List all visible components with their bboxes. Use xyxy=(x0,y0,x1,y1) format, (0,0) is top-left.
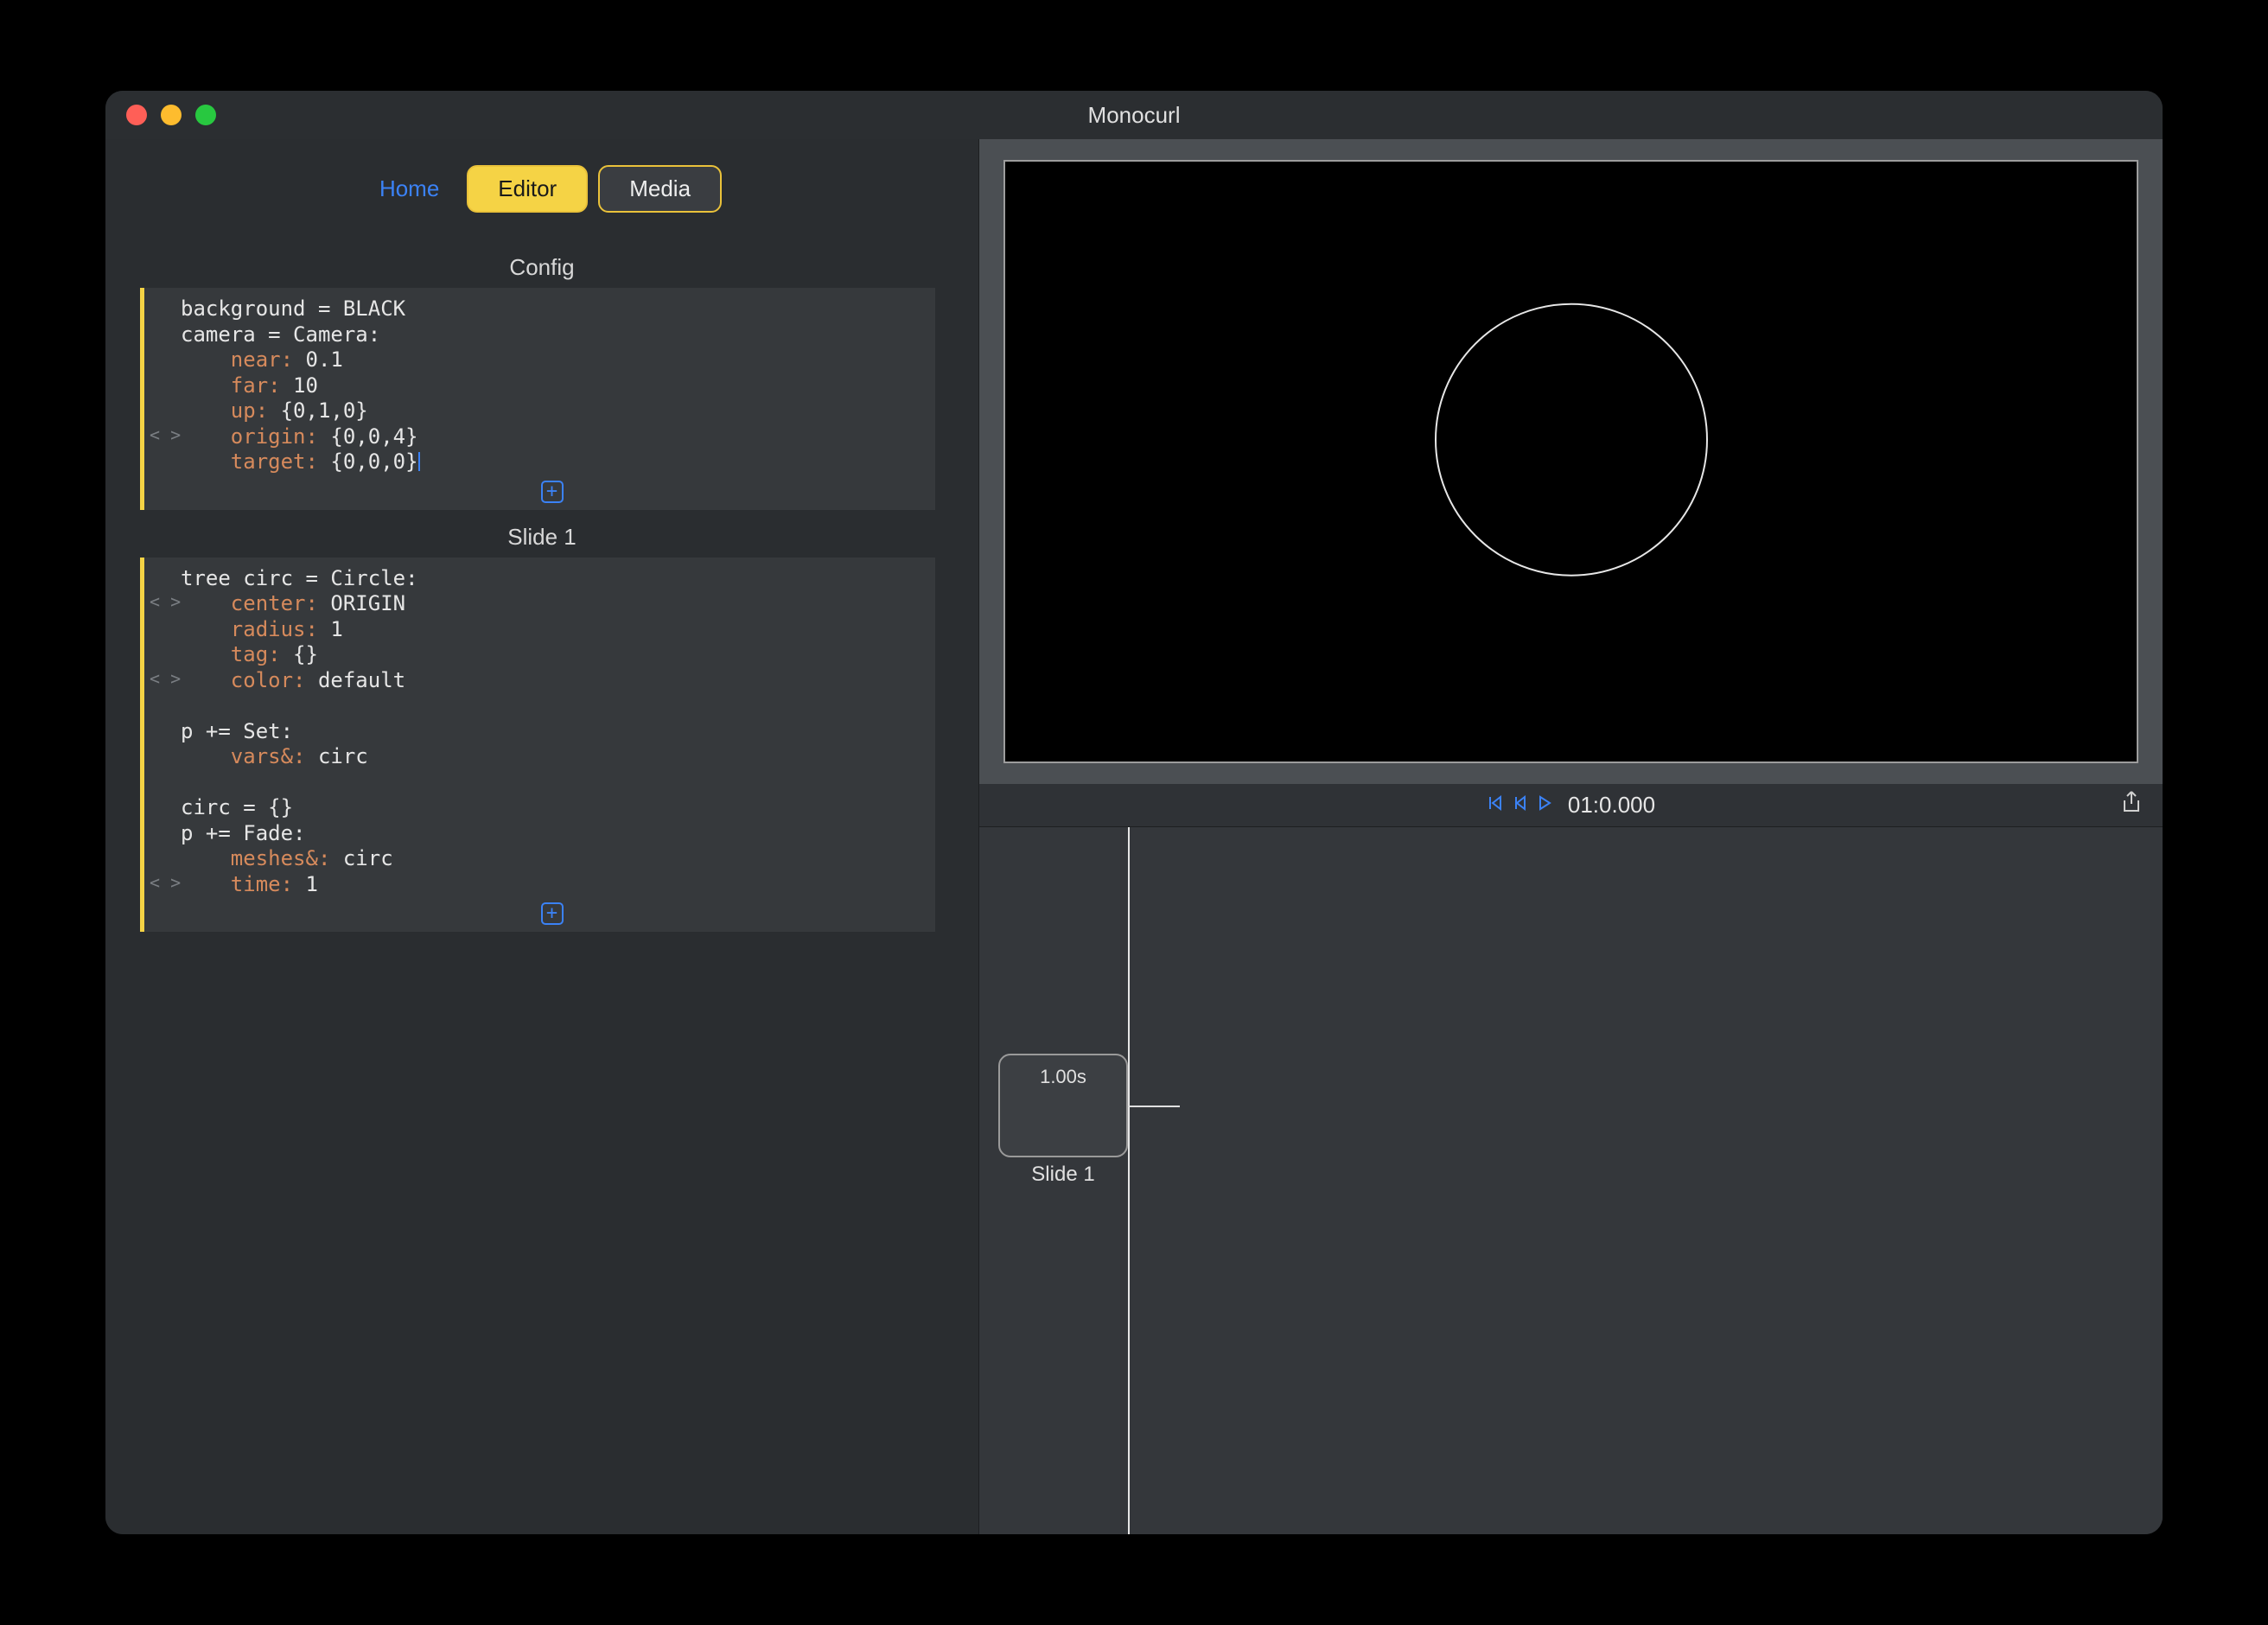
app-window: Monocurl Home Editor Media Config backgr… xyxy=(105,91,2163,1534)
playback-bar: 01:0.000 xyxy=(979,784,2163,827)
minimize-button[interactable] xyxy=(161,105,182,125)
tabs: Home Editor Media xyxy=(105,165,978,213)
titlebar: Monocurl xyxy=(105,91,2163,139)
code-line: meshes&: circ xyxy=(181,846,923,872)
fold-icon[interactable]: < > xyxy=(150,668,181,690)
code-line: p += Fade: xyxy=(181,821,923,847)
code-block-slide1[interactable]: tree circ = Circle: < > center: ORIGIN r… xyxy=(140,558,935,933)
close-button[interactable] xyxy=(126,105,147,125)
tab-editor[interactable]: Editor xyxy=(467,165,588,213)
timeline-slide[interactable]: 1.00s Slide 1 xyxy=(998,1054,1128,1187)
code-line xyxy=(181,770,923,796)
code-line: circ = {} xyxy=(181,795,923,821)
tab-home[interactable]: Home xyxy=(362,170,456,207)
slide-duration: 1.00s xyxy=(1040,1066,1086,1087)
playhead[interactable] xyxy=(1128,827,1130,1534)
code-line: background = BLACK xyxy=(181,296,923,322)
code-line: up: {0,1,0} xyxy=(181,398,923,424)
preview-circle xyxy=(1435,303,1708,577)
code-line: tree circ = Circle: xyxy=(181,566,923,592)
fold-icon[interactable]: < > xyxy=(150,424,181,446)
code-line: camera = Camera: xyxy=(181,322,923,348)
code-line: tag: {} xyxy=(181,642,923,668)
tab-media[interactable]: Media xyxy=(598,165,722,213)
right-panel: 01:0.000 1.00s Slide 1 xyxy=(978,139,2163,1534)
timestamp: 01:0.000 xyxy=(1568,792,1655,819)
maximize-button[interactable] xyxy=(195,105,216,125)
fold-icon[interactable]: < > xyxy=(150,591,181,613)
preview-container xyxy=(979,139,2163,784)
content-area: Home Editor Media Config background = BL… xyxy=(105,139,2163,1534)
traffic-lights xyxy=(126,105,216,125)
fold-icon[interactable]: < > xyxy=(150,872,181,894)
section-title-slide1: Slide 1 xyxy=(105,524,978,551)
share-icon[interactable] xyxy=(2121,790,2142,820)
window-title: Monocurl xyxy=(105,102,2163,129)
slide-label: Slide 1 xyxy=(998,1163,1128,1187)
section-title-config: Config xyxy=(105,254,978,281)
preview-canvas[interactable] xyxy=(1003,160,2138,763)
add-button[interactable]: + xyxy=(541,902,564,925)
code-line: < > time: 1 xyxy=(181,872,923,898)
code-line: radius: 1 xyxy=(181,617,923,643)
code-line: target: {0,0,0} xyxy=(181,449,923,475)
timeline[interactable]: 1.00s Slide 1 xyxy=(979,827,2163,1534)
code-line: < > color: default xyxy=(181,668,923,694)
code-line: vars&: circ xyxy=(181,744,923,770)
code-block-config[interactable]: background = BLACK camera = Camera: near… xyxy=(140,288,935,510)
code-line xyxy=(181,693,923,719)
text-cursor xyxy=(418,452,420,471)
skip-back-icon[interactable] xyxy=(1487,794,1504,817)
code-line: far: 10 xyxy=(181,373,923,399)
code-line: < > origin: {0,0,4} xyxy=(181,424,923,450)
code-line: near: 0.1 xyxy=(181,347,923,373)
add-button[interactable]: + xyxy=(541,481,564,503)
step-back-icon[interactable] xyxy=(1513,794,1528,817)
code-line: p += Set: xyxy=(181,719,923,745)
left-panel: Home Editor Media Config background = BL… xyxy=(105,139,978,1534)
timeline-tick xyxy=(1128,1106,1180,1107)
slide-thumbnail[interactable]: 1.00s xyxy=(998,1054,1128,1157)
play-icon[interactable] xyxy=(1537,794,1552,817)
code-line: < > center: ORIGIN xyxy=(181,591,923,617)
